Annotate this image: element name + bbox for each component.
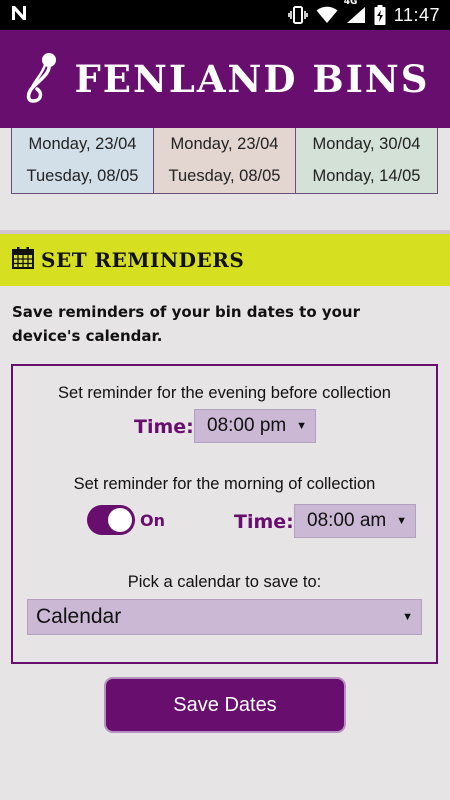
evening-time-value: 08:00 pm <box>207 415 287 436</box>
reminder-settings-panel: Set reminder for the evening before coll… <box>11 364 438 664</box>
calendar-select-value: Calendar <box>36 605 122 628</box>
morning-reminder-toggle[interactable] <box>87 505 135 535</box>
evening-time-select[interactable]: 08:00 pm ▼ <box>194 409 316 443</box>
date-cell: Tuesday, 08/05 <box>168 167 281 185</box>
dates-column-2: Monday, 23/04 Tuesday, 08/05 <box>154 128 296 193</box>
app-header: FENLAND BINS <box>0 30 450 128</box>
signal-icon: 4G <box>344 0 366 24</box>
dropdown-arrow-icon: ▼ <box>396 515 407 527</box>
safety-pin-icon <box>21 49 65 109</box>
morning-toggle-state: On <box>140 511 165 530</box>
date-cell: Monday, 30/04 <box>312 135 421 153</box>
dropdown-arrow-icon: ▼ <box>402 611 413 623</box>
morning-time-select[interactable]: 08:00 am ▼ <box>294 504 416 538</box>
status-time: 11:47 <box>393 4 440 25</box>
battery-charging-icon <box>374 5 386 25</box>
collection-dates-table: Monday, 23/04 Tuesday, 08/05 Monday, 23/… <box>11 128 438 194</box>
dates-column-1: Monday, 23/04 Tuesday, 08/05 <box>12 128 154 193</box>
calendar-icon <box>11 246 35 274</box>
status-bar: 4G 11:47 <box>0 0 450 30</box>
morning-time-value: 08:00 am <box>307 510 387 531</box>
date-cell: Monday, 14/05 <box>312 167 421 185</box>
evening-reminder-label: Set reminder for the evening before coll… <box>58 384 391 402</box>
morning-reminder-label: Set reminder for the morning of collecti… <box>73 475 376 493</box>
dates-column-3: Monday, 30/04 Monday, 14/05 <box>296 128 437 193</box>
calendar-select[interactable]: Calendar ▼ <box>27 599 422 635</box>
reminders-intro: Save reminders of your bin dates to your… <box>12 303 361 345</box>
dropdown-arrow-icon: ▼ <box>296 420 307 432</box>
toggle-knob <box>108 508 132 532</box>
reminders-section-header: SET REMINDERS <box>0 234 450 286</box>
app-logo: FENLAND BINS <box>21 49 430 109</box>
wifi-icon <box>316 6 338 24</box>
calendar-picker-label: Pick a calendar to save to: <box>127 573 322 591</box>
save-dates-button[interactable]: Save Dates <box>104 677 346 733</box>
date-cell: Monday, 23/04 <box>28 135 137 153</box>
vibrate-icon <box>287 6 308 24</box>
date-cell: Tuesday, 08/05 <box>26 167 139 185</box>
section-title: SET REMINDERS <box>41 248 245 272</box>
app-title: FENLAND BINS <box>74 57 430 101</box>
morning-time-label: Time: <box>234 511 294 533</box>
evening-time-label: Time: <box>134 416 194 438</box>
n-notification-icon <box>10 4 28 26</box>
date-cell: Monday, 23/04 <box>170 135 279 153</box>
